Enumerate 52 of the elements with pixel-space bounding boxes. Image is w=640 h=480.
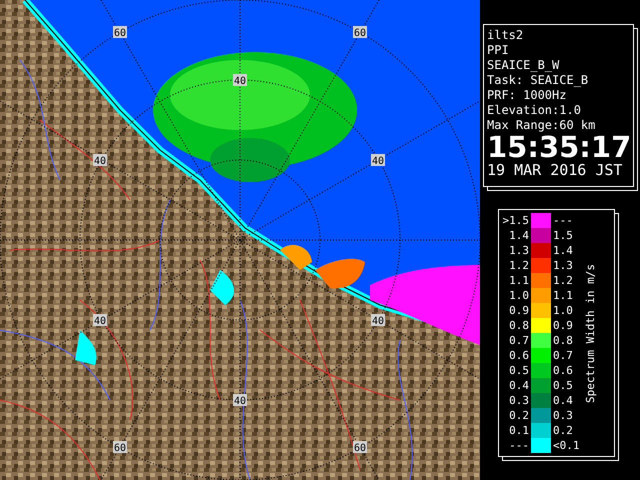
legend-value: 0.6 <box>508 350 530 361</box>
legend-value: 0.2 <box>508 410 530 421</box>
legend-value: 1.1 <box>508 275 530 286</box>
legend-value: --- <box>508 440 530 451</box>
range-label: 60 <box>353 441 367 454</box>
legend-value: 0.8 <box>508 320 530 331</box>
legend-value: 0.8 <box>552 335 574 346</box>
range-label: 40 <box>233 74 247 87</box>
legend-value: 0.4 <box>552 395 574 406</box>
range-label: 60 <box>113 441 127 454</box>
legend-value: 1.5 <box>552 230 574 241</box>
legend-value: 1.4 <box>508 230 530 241</box>
range-label: 40 <box>371 154 385 167</box>
info-line: PPI <box>487 43 509 58</box>
range-label: 40 <box>233 394 247 407</box>
legend-value: 0.4 <box>508 380 530 391</box>
legend-value: 0.9 <box>508 305 530 316</box>
legend-title: Spectrum Width in m/s <box>586 263 596 403</box>
legend-value: 1.2 <box>508 260 530 271</box>
legend-value: 1.0 <box>552 305 574 316</box>
range-label: 40 <box>93 314 107 327</box>
legend-value: <0.1 <box>552 440 580 451</box>
info-line: Elevation:1.0 <box>487 103 581 118</box>
legend-value: >1.5 <box>502 215 530 226</box>
legend-value: 0.6 <box>552 365 574 376</box>
legend-value: 0.5 <box>552 380 574 391</box>
legend-value: 1.2 <box>552 275 574 286</box>
legend-value: 0.3 <box>552 410 574 421</box>
legend-value: 1.4 <box>552 245 574 256</box>
legend-value: 0.5 <box>508 365 530 376</box>
legend-value: 0.1 <box>508 425 530 436</box>
legend-value: 0.9 <box>552 320 574 331</box>
info-line: Task: SEAICE_B <box>487 73 588 88</box>
legend-value: 0.7 <box>552 350 574 361</box>
range-label: 60 <box>353 26 367 39</box>
range-label: 40 <box>371 314 385 327</box>
legend-value: 0.2 <box>552 425 574 436</box>
range-label: 40 <box>93 154 107 167</box>
range-label: 60 <box>113 26 127 39</box>
time-display: 15:35:17 <box>487 133 632 161</box>
info-line: ilts2 <box>487 28 524 43</box>
legend-value: 1.0 <box>508 290 530 301</box>
legend-value: 0.3 <box>508 395 530 406</box>
info-line: PRF: 1000Hz <box>487 88 566 103</box>
legend-value: 0.7 <box>508 335 530 346</box>
info-line: Max Range:60 km <box>487 118 596 133</box>
legend-value: --- <box>552 215 574 226</box>
info-line: SEAICE_B_W <box>487 58 560 73</box>
legend-value: 1.3 <box>508 245 530 256</box>
legend-value: 1.1 <box>552 290 574 301</box>
legend-value: 1.3 <box>552 260 574 271</box>
date-display: 19 MAR 2016 JST <box>487 161 622 179</box>
